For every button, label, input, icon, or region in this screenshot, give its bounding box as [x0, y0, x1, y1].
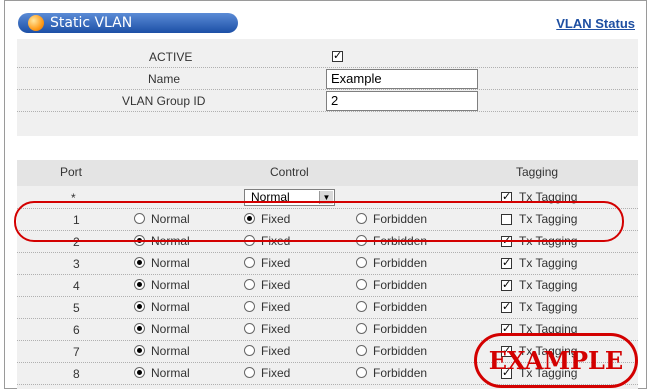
radio-normal[interactable]: [134, 367, 145, 378]
radio-label-fixed: Fixed: [261, 344, 291, 358]
radio-label-normal: Normal: [151, 256, 190, 270]
radio-forbidden[interactable]: [356, 323, 367, 334]
row-highlight-ring: [14, 201, 624, 242]
name-row: Name Example: [17, 68, 638, 90]
group-id-label: VLAN Group ID: [122, 94, 206, 108]
radio-forbidden[interactable]: [356, 367, 367, 378]
orb-icon: [28, 15, 44, 31]
radio-fixed[interactable]: [244, 301, 255, 312]
radio-normal[interactable]: [134, 323, 145, 334]
radio-normal[interactable]: [134, 279, 145, 290]
radio-label-fixed: Fixed: [261, 322, 291, 336]
radio-label-fixed: Fixed: [261, 300, 291, 314]
radio-label-fixed: Fixed: [261, 278, 291, 292]
radio-label-fixed: Fixed: [261, 256, 291, 270]
radio-fixed[interactable]: [244, 323, 255, 334]
col-tagging: Tagging: [516, 165, 559, 179]
tx-tagging-checkbox[interactable]: [501, 300, 512, 313]
radio-forbidden[interactable]: [356, 345, 367, 356]
radio-label-forbidden: Forbidden: [373, 366, 428, 380]
radio-label-forbidden: Forbidden: [373, 300, 428, 314]
radio-fixed[interactable]: [244, 279, 255, 290]
name-label: Name: [148, 72, 181, 86]
radio-label-normal: Normal: [151, 322, 190, 336]
tx-tagging-label: Tx Tagging: [519, 278, 578, 292]
port-label: 6: [73, 323, 80, 337]
group-id-input[interactable]: 2: [326, 91, 478, 111]
active-checkbox[interactable]: [332, 49, 343, 62]
radio-normal[interactable]: [134, 345, 145, 356]
name-input[interactable]: Example: [326, 69, 478, 89]
tx-tagging-label: Tx Tagging: [519, 300, 578, 314]
section-title-text: Static VLAN: [50, 15, 133, 31]
table-row: 3 Normal Fixed Forbidden Tx Tagging: [17, 252, 638, 275]
radio-label-forbidden: Forbidden: [373, 256, 428, 270]
example-stamp: EXAMPLE: [474, 333, 638, 388]
table-header: Port Control Tagging: [17, 160, 638, 186]
radio-label-normal: Normal: [151, 366, 190, 380]
radio-fixed[interactable]: [244, 367, 255, 378]
vlan-status-link[interactable]: VLAN Status: [556, 16, 635, 31]
radio-label-normal: Normal: [151, 278, 190, 292]
radio-fixed[interactable]: [244, 257, 255, 268]
tx-tagging-checkbox[interactable]: [501, 256, 512, 269]
section-title: Static VLAN: [18, 13, 238, 33]
radio-label-forbidden: Forbidden: [373, 344, 428, 358]
radio-normal[interactable]: [134, 301, 145, 312]
radio-label-normal: Normal: [151, 344, 190, 358]
port-label: 8: [73, 367, 80, 381]
radio-label-forbidden: Forbidden: [373, 278, 428, 292]
radio-forbidden[interactable]: [356, 301, 367, 312]
table-row: 4 Normal Fixed Forbidden Tx Tagging: [17, 274, 638, 297]
port-label: 4: [73, 279, 80, 293]
port-label: 5: [73, 301, 80, 315]
port-label: 3: [73, 257, 80, 271]
radio-forbidden[interactable]: [356, 257, 367, 268]
table-row: 5 Normal Fixed Forbidden Tx Tagging: [17, 296, 638, 319]
radio-forbidden[interactable]: [356, 279, 367, 290]
radio-normal[interactable]: [134, 257, 145, 268]
vlan-settings-form: ACTIVE Name Example VLAN Group ID 2: [17, 39, 638, 136]
col-port: Port: [60, 165, 83, 179]
radio-fixed[interactable]: [244, 345, 255, 356]
tx-tagging-checkbox[interactable]: [501, 278, 512, 291]
port-label: 7: [73, 345, 80, 359]
tx-tagging-label: Tx Tagging: [519, 256, 578, 270]
radio-label-forbidden: Forbidden: [373, 322, 428, 336]
radio-label-normal: Normal: [151, 300, 190, 314]
active-label: ACTIVE: [149, 50, 193, 64]
col-control: Control: [270, 165, 309, 179]
radio-label-fixed: Fixed: [261, 366, 291, 380]
active-row: ACTIVE: [17, 46, 638, 68]
group-id-row: VLAN Group ID 2: [17, 90, 638, 112]
